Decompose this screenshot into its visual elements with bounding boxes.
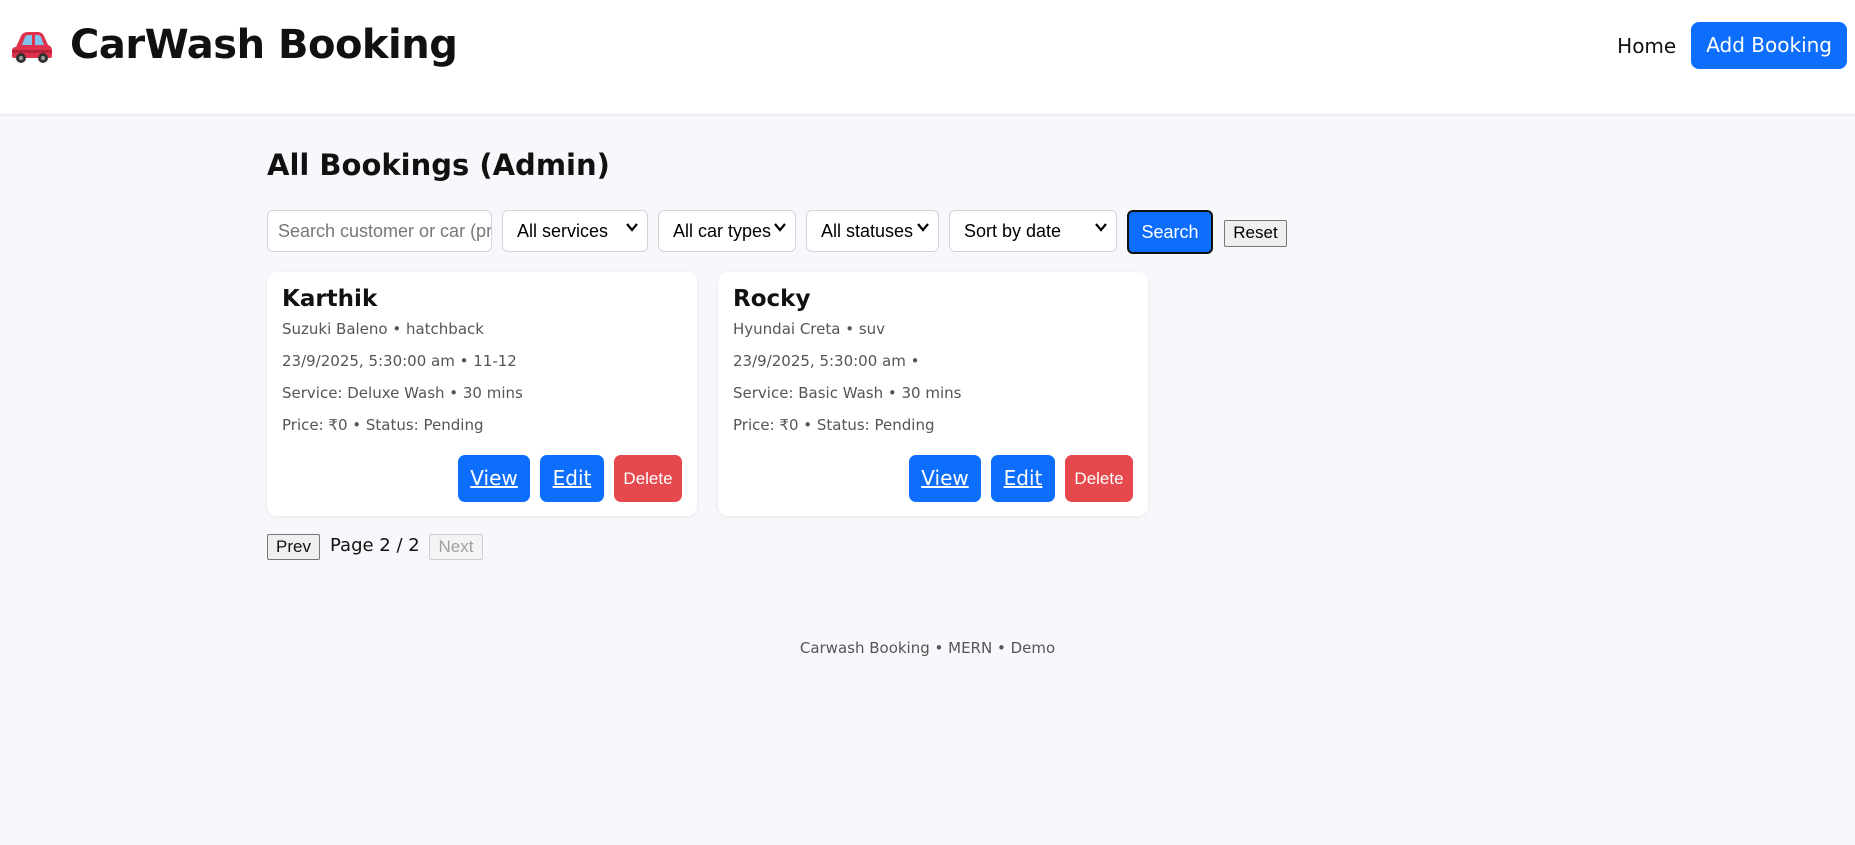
next-page-button[interactable]: Next: [429, 534, 483, 560]
search-button[interactable]: Search: [1127, 210, 1213, 254]
chevron-down-icon: [774, 223, 786, 232]
search-input[interactable]: Search customer or car (pre: [267, 210, 492, 252]
edit-button[interactable]: Edit: [540, 455, 604, 502]
car-type-select-value: All car types: [673, 221, 772, 241]
booking-datetime: 23/9/2025, 5:30:00 am • 11-12: [282, 352, 517, 370]
service-info: Service: Deluxe Wash • 30 mins: [282, 384, 523, 402]
service-select-value: All services: [517, 221, 609, 241]
top-nav: Home Add Booking: [1617, 22, 1847, 69]
brand[interactable]: CarWash Booking: [10, 22, 458, 68]
sort-select[interactable]: Sort by date: [949, 210, 1117, 252]
app-header: CarWash Booking Home Add Booking: [0, 0, 1855, 115]
footer-text: Carwash Booking • MERN • Demo: [799, 639, 1056, 657]
customer-name: Rocky: [733, 286, 811, 312]
car-icon: [12, 32, 52, 63]
view-button[interactable]: View: [909, 455, 981, 502]
page-title: All Bookings (Admin): [267, 148, 610, 182]
booking-card: Rocky Hyundai Creta • suv 23/9/2025, 5:3…: [718, 272, 1148, 516]
brand-title: CarWash Booking: [70, 22, 458, 68]
page-indicator: Page 2 / 2: [330, 535, 420, 556]
reset-button[interactable]: Reset: [1224, 220, 1287, 247]
view-button[interactable]: View: [458, 455, 530, 502]
chevron-down-icon: [917, 223, 929, 232]
status-select[interactable]: All statuses: [806, 210, 939, 252]
booking-datetime: 23/9/2025, 5:30:00 am •: [733, 352, 920, 370]
edit-button[interactable]: Edit: [991, 455, 1055, 502]
customer-name: Karthik: [282, 286, 378, 312]
chevron-down-icon: [626, 223, 638, 232]
add-booking-button[interactable]: Add Booking: [1691, 22, 1847, 69]
booking-card: Karthik Suzuki Baleno • hatchback 23/9/2…: [267, 272, 697, 516]
car-info: Hyundai Creta • suv: [733, 320, 886, 338]
nav-home-link[interactable]: Home: [1617, 34, 1676, 58]
chevron-down-icon: [1095, 223, 1107, 232]
service-select[interactable]: All services: [502, 210, 648, 252]
service-info: Service: Basic Wash • 30 mins: [733, 384, 962, 402]
delete-button[interactable]: Delete: [614, 455, 682, 502]
card-actions: View Edit Delete: [899, 455, 1133, 502]
filter-bar: Search customer or car (pre All services…: [267, 210, 1287, 254]
car-info: Suzuki Baleno • hatchback: [282, 320, 484, 338]
card-actions: View Edit Delete: [448, 455, 682, 502]
prev-page-button[interactable]: Prev: [267, 534, 320, 560]
status-select-value: All statuses: [821, 221, 914, 241]
sort-select-value: Sort by date: [964, 221, 1062, 241]
delete-button[interactable]: Delete: [1065, 455, 1133, 502]
main-content: All Bookings (Admin) Search customer or …: [267, 147, 1287, 560]
price-status: Price: ₹0 • Status: Pending: [282, 416, 484, 434]
price-status: Price: ₹0 • Status: Pending: [733, 416, 935, 434]
car-type-select[interactable]: All car types: [658, 210, 796, 252]
